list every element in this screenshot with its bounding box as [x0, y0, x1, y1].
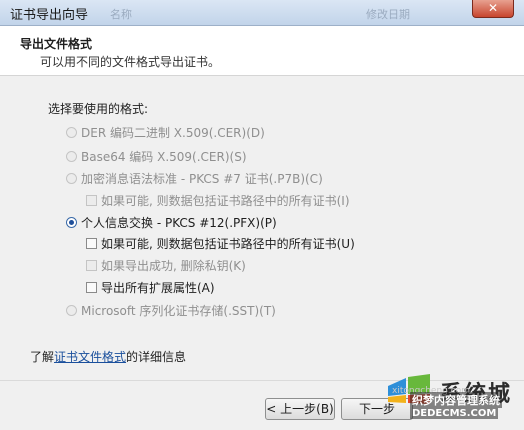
radio-circle[interactable] — [66, 305, 77, 316]
radio-pkcs7[interactable]: 加密消息语法标准 - PKCS #7 证书(.P7B)(C) — [66, 170, 323, 187]
option-label: 如果可能, 则数据包括证书路径中的所有证书(I) — [101, 194, 350, 208]
option-label: 导出所有扩展属性(A) — [101, 281, 215, 295]
close-icon: ✕ — [487, 1, 499, 15]
radio-base64[interactable]: Base64 编码 X.509(.CER)(S) — [66, 148, 247, 165]
title-bar: 证书导出向导 名称 修改日期 ✕ — [0, 0, 524, 26]
checkbox-box[interactable] — [86, 238, 97, 249]
close-button[interactable]: ✕ — [472, 0, 514, 18]
format-prompt: 选择要使用的格式: — [48, 102, 149, 116]
learn-more-suffix: 的详细信息 — [126, 350, 187, 364]
checkbox-box[interactable] — [86, 260, 97, 271]
option-label: Microsoft 序列化证书存储(.SST)(T) — [81, 304, 276, 318]
learn-more-text: 了解证书文件格式的详细信息 — [30, 348, 186, 365]
option-label: DER 编码二进制 X.509(.CER)(D) — [81, 126, 265, 140]
option-label: 如果可能, 则数据包括证书路径中的所有证书(U) — [101, 237, 355, 251]
page-subtitle: 可以用不同的文件格式导出证书。 — [40, 55, 221, 69]
watermark: 系统城 xitongcheng.com 织梦内容管理系统 DEDECMS.COM — [384, 370, 524, 430]
option-label: 个人信息交换 - PKCS #12(.PFX)(P) — [81, 216, 277, 230]
watermark-site-name: 织梦内容管理系统 — [410, 392, 502, 408]
back-button[interactable]: < 上一步(B) — [265, 398, 335, 420]
checkbox-delete-private-key[interactable]: 如果导出成功, 删除私钥(K) — [86, 257, 246, 274]
radio-circle[interactable] — [66, 151, 77, 162]
option-label: 加密消息语法标准 - PKCS #7 证书(.P7B)(C) — [81, 172, 323, 186]
learn-more-prefix: 了解 — [30, 350, 55, 364]
window-title: 证书导出向导 — [10, 8, 89, 23]
radio-pkcs12[interactable]: 个人信息交换 - PKCS #12(.PFX)(P) — [66, 214, 277, 231]
certificate-formats-link[interactable]: 证书文件格式 — [54, 350, 126, 364]
radio-circle-selected[interactable] — [66, 217, 77, 228]
checkbox-box[interactable] — [86, 282, 97, 293]
option-label: Base64 编码 X.509(.CER)(S) — [81, 150, 247, 164]
background-column-date: 修改日期 — [366, 8, 410, 21]
wizard-header: 导出文件格式 可以用不同的文件格式导出证书。 — [0, 26, 524, 76]
radio-circle[interactable] — [66, 127, 77, 138]
radio-circle[interactable] — [66, 173, 77, 184]
option-label: 如果导出成功, 删除私钥(K) — [101, 259, 246, 273]
watermark-site-url: DEDECMS.COM — [410, 408, 499, 419]
page-title: 导出文件格式 — [20, 37, 93, 51]
radio-der[interactable]: DER 编码二进制 X.509(.CER)(D) — [66, 124, 265, 141]
background-column-name: 名称 — [110, 8, 132, 21]
checkbox-box[interactable] — [86, 195, 97, 206]
radio-sst[interactable]: Microsoft 序列化证书存储(.SST)(T) — [66, 302, 276, 319]
checkbox-pkcs7-include-chain[interactable]: 如果可能, 则数据包括证书路径中的所有证书(I) — [86, 192, 350, 209]
checkbox-pkcs12-include-chain[interactable]: 如果可能, 则数据包括证书路径中的所有证书(U) — [86, 235, 355, 252]
checkbox-export-extended-properties[interactable]: 导出所有扩展属性(A) — [86, 279, 215, 296]
